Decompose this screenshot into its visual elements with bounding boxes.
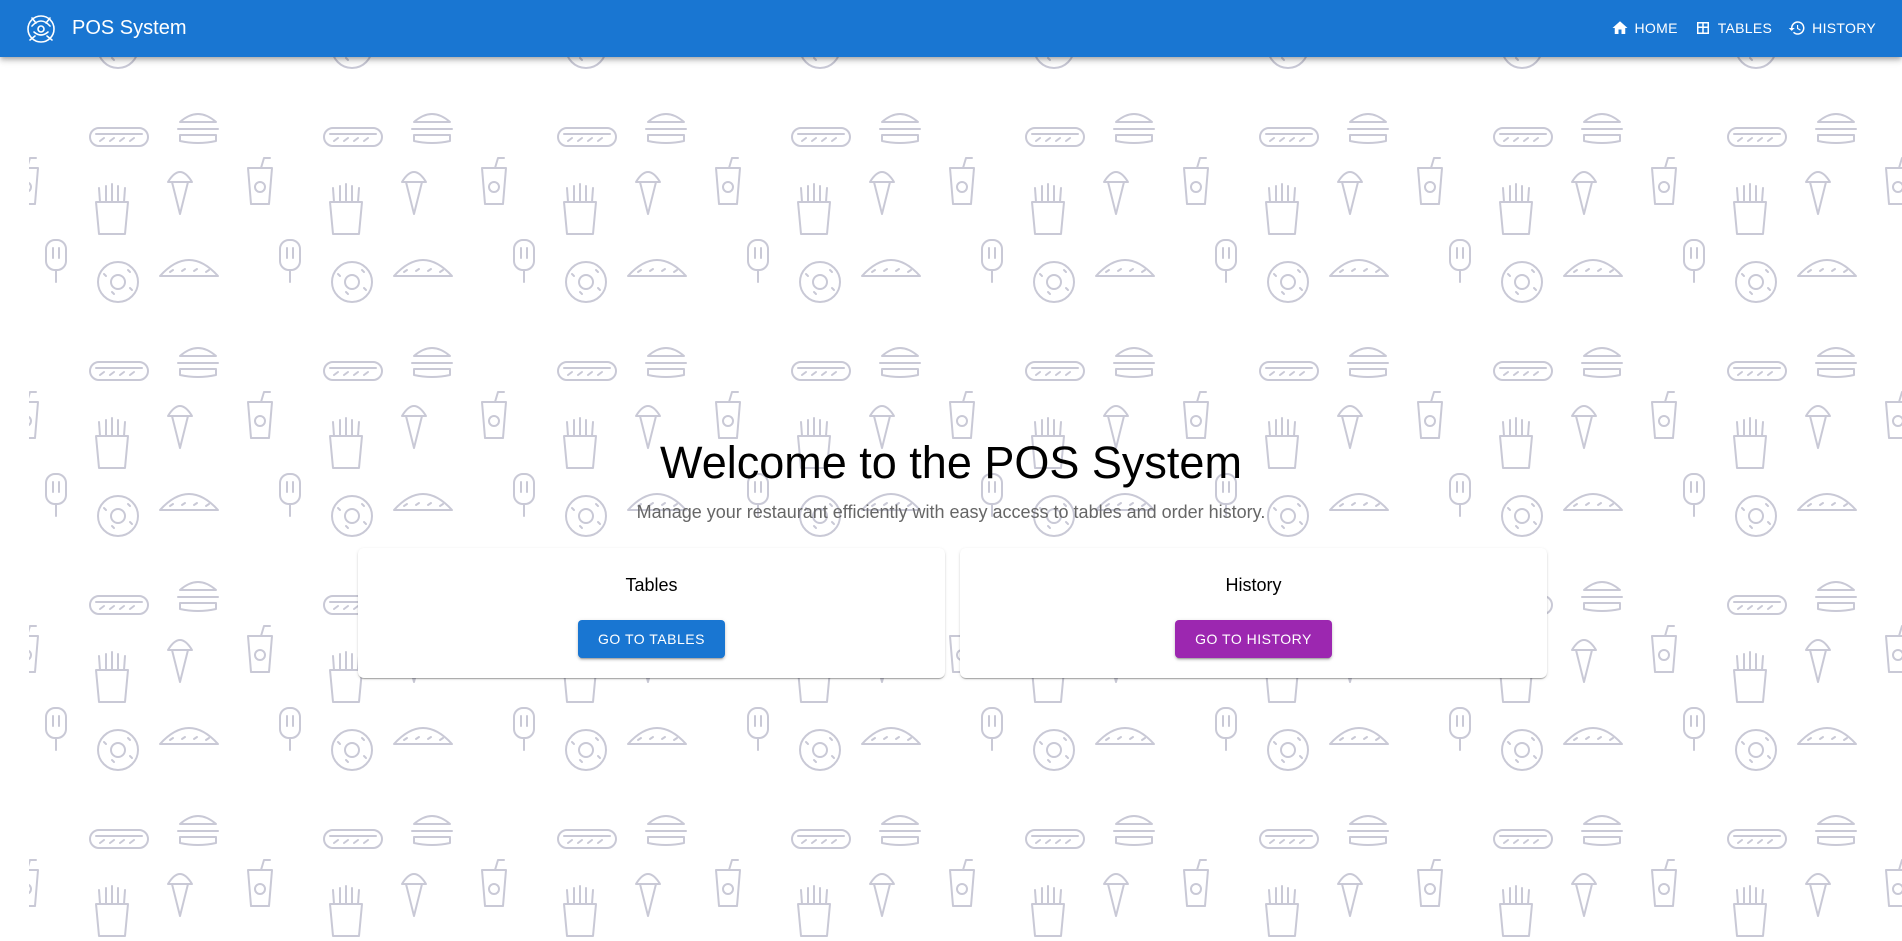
tables-card: Tables GO TO TABLES (358, 548, 945, 678)
home-icon (1612, 21, 1628, 34)
nav-home-label: HOME (1634, 20, 1678, 36)
nav-tables-label: TABLES (1717, 20, 1773, 36)
nav-history-label: HISTORY (1812, 20, 1876, 36)
page-subtitle: Manage your restaurant efficiently with … (636, 502, 1266, 522)
app-bar: POS System HOME TABLES HISTORY (0, 0, 1902, 57)
page-title: Welcome to the POS System (660, 437, 1242, 488)
table-icon (1696, 22, 1709, 34)
nav-history[interactable]: HISTORY (1788, 17, 1876, 39)
nav-tables[interactable]: TABLES (1694, 17, 1772, 39)
nav-home[interactable]: HOME (1611, 17, 1678, 39)
go-to-history-button[interactable]: GO TO HISTORY (1175, 620, 1332, 658)
main-nav: HOME TABLES HISTORY (1611, 17, 1876, 39)
app-title: POS System (72, 17, 187, 39)
history-icon (1788, 21, 1805, 35)
hero-section: Welcome to the POS System Manage your re… (0, 430, 1902, 526)
history-card: History GO TO HISTORY (960, 548, 1547, 678)
chef-logo-icon[interactable] (24, 12, 58, 46)
go-to-tables-button[interactable]: GO TO TABLES (578, 620, 725, 658)
tables-card-title: Tables (625, 575, 678, 595)
history-card-title: History (1225, 575, 1282, 595)
